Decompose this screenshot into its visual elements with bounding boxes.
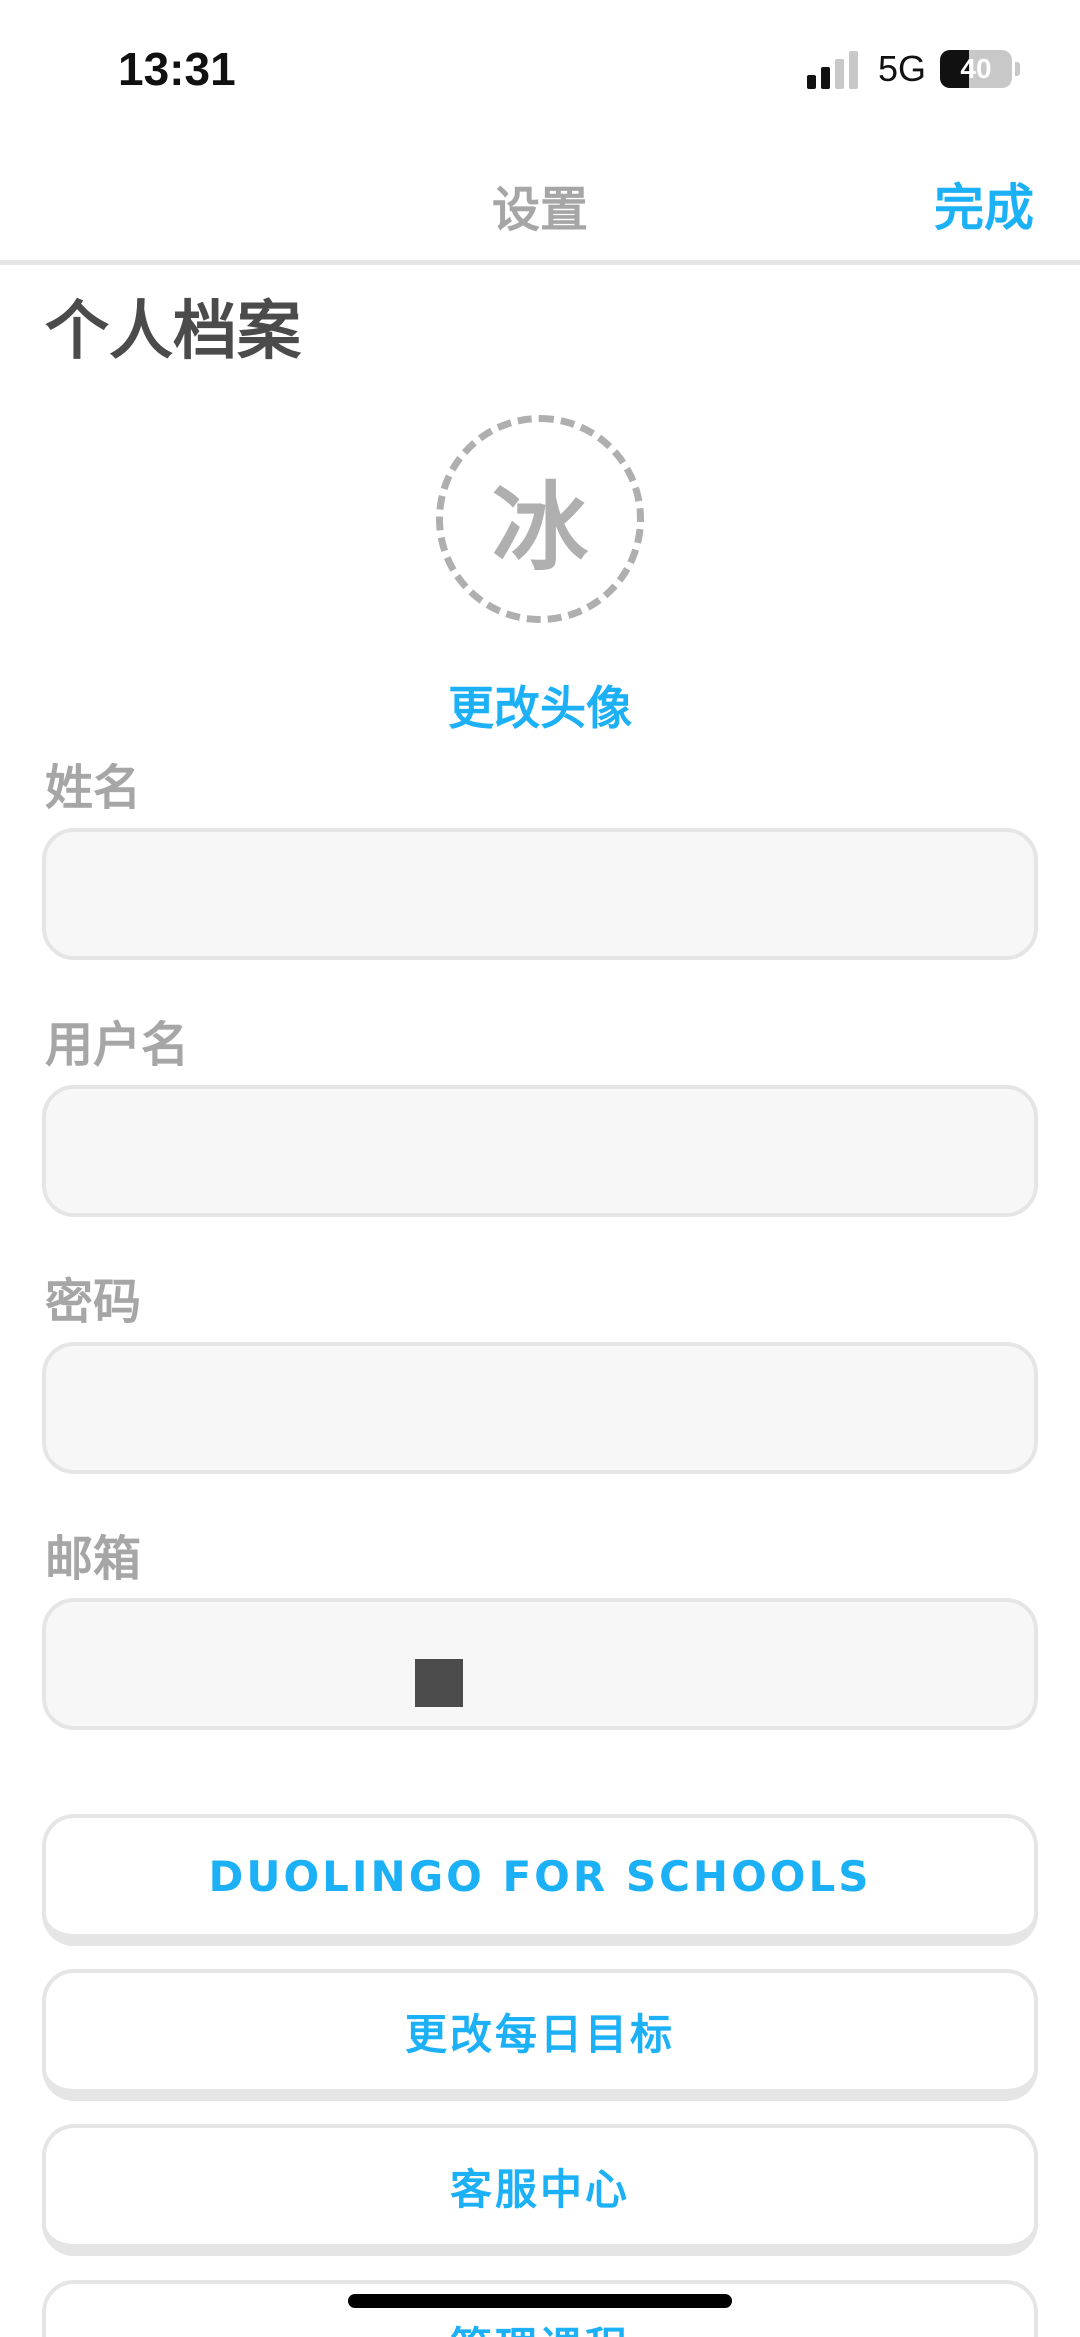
page-title: 设置 [491, 182, 588, 238]
change-daily-goal-button[interactable]: 更改每日目标 [42, 1969, 1038, 2101]
name-label: 姓名 [45, 760, 142, 816]
avatar[interactable]: 冰 [436, 415, 644, 623]
name-field[interactable] [42, 828, 1038, 960]
redaction-block [415, 1659, 463, 1707]
password-field[interactable] [42, 1342, 1038, 1474]
battery-percent: 40 [960, 53, 992, 84]
home-indicator [348, 2294, 732, 2308]
username-field[interactable] [42, 1085, 1038, 1217]
password-label: 密码 [45, 1274, 142, 1330]
help-center-button[interactable]: 客服中心 [42, 2124, 1038, 2256]
manage-courses-button[interactable]: 管理课程 [42, 2280, 1038, 2337]
change-avatar-link[interactable]: 更改头像 [0, 672, 1080, 738]
profile-section-title: 个人档案 [45, 295, 301, 369]
nav-header: 设置 完成 [0, 130, 1080, 265]
email-label: 邮箱 [45, 1531, 142, 1587]
change-daily-goal-label: 更改每日目标 [404, 2009, 675, 2059]
email-field[interactable] [42, 1598, 1038, 1730]
status-indicators: 5G 40 [806, 48, 1020, 90]
battery-cap [1015, 62, 1020, 76]
help-center-label: 客服中心 [449, 2164, 630, 2214]
status-time: 13:31 [118, 43, 236, 95]
status-bar: 13:31 5G 40 [0, 0, 1080, 130]
network-type: 5G [877, 48, 926, 89]
settings-screen: 13:31 5G 40 设置 完成 个人档案 冰 更改头像 姓名 用户名 密码 … [0, 0, 1080, 2337]
battery-icon: 40 [940, 50, 1012, 88]
done-button[interactable]: 完成 [934, 168, 1034, 240]
avatar-initial: 冰 [492, 471, 588, 584]
manage-courses-label: 管理课程 [450, 2314, 630, 2337]
duolingo-for-schools-button[interactable]: DUOLINGO FOR SCHOOLS [42, 1814, 1038, 1946]
duolingo-for-schools-label: DUOLINGO FOR SCHOOLS [208, 1851, 872, 1901]
username-label: 用户名 [45, 1017, 190, 1073]
cellular-signal-icon [806, 49, 858, 89]
